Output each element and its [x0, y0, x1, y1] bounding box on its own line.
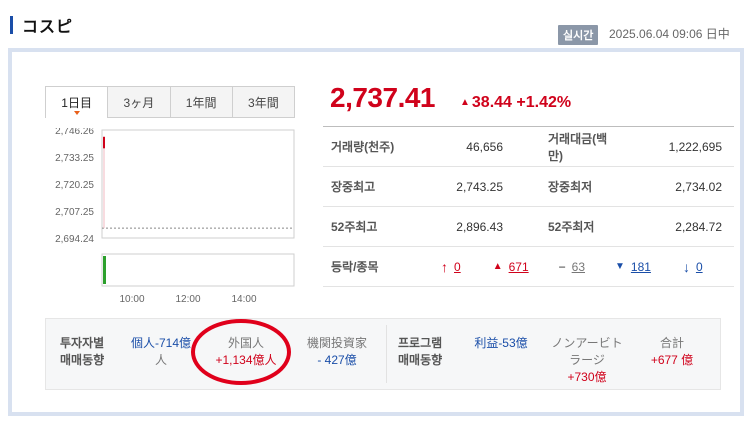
volume-bar: [103, 256, 106, 284]
table-row: 52주최고 2,896.43 52주최저 2,284.72: [323, 206, 734, 247]
updown-cell: ↑ 0 ▲ 671 −63 ▼ 181 ↓ 0: [431, 246, 734, 287]
tab-1day[interactable]: 1日目: [45, 86, 109, 118]
x-tick-label: 14:00: [231, 294, 256, 305]
x-tick-label: 12:00: [175, 294, 200, 305]
investor-title: 투자자별 매매동향: [60, 335, 104, 369]
tab-label: 3年間: [248, 95, 279, 110]
unchanged[interactable]: −63: [559, 260, 585, 274]
nonarb-label-line2: ラージ: [569, 353, 605, 367]
highlight-circle: [191, 319, 291, 385]
individual-net[interactable]: 個人-714億 人: [128, 335, 194, 369]
volume-panel: [101, 253, 295, 287]
rising-count: 671: [508, 259, 529, 274]
lower-limit-count: 0: [695, 259, 703, 274]
falling[interactable]: ▼ 181: [615, 260, 651, 274]
high-label: 장중최고: [323, 166, 431, 207]
upper-limit[interactable]: ↑ 0: [441, 259, 461, 275]
institution-net[interactable]: 機関投資家 - 427億: [298, 335, 376, 369]
individual-value: 個人-714億: [130, 336, 192, 350]
investor-trading-box: 투자자별 매매동향 個人-714億 人 外国人 +1,134億人 機関投資家 -…: [45, 318, 721, 390]
w52low-label: 52주최저: [503, 206, 618, 247]
period-tabs: 1日目 3ヶ月 1年間 3年間: [45, 86, 295, 118]
index-panel: 1日目 3ヶ月 1年間 3年間 2,746.26 2,733.25 2,720.25…: [8, 48, 744, 416]
y-tick-label: 2,720.25: [55, 180, 94, 191]
amount-label: 거래대금(백만): [503, 126, 618, 167]
volume-value: 46,656: [431, 126, 503, 167]
table-row: 거래량(천주) 46,656 거래대금(백만) 1,222,695: [323, 126, 734, 167]
table-row: 장중최고 2,743.25 장중최저 2,734.02: [323, 166, 734, 207]
active-tab-marker-icon: [73, 111, 80, 115]
tab-label: 1年間: [185, 95, 217, 110]
up-triangle-icon: ▲: [460, 97, 470, 108]
nonarb-label-line1: ノンアービト: [551, 336, 623, 350]
y-tick-label: 2,707.25: [55, 207, 94, 218]
down-triangle-icon: ▼: [615, 261, 625, 272]
updown-label: 등락/종목: [323, 246, 431, 287]
realtime-badge: 실시간: [558, 25, 599, 45]
amount-value: 1,222,695: [618, 126, 734, 167]
tab-label: 1日目: [61, 96, 92, 110]
unchanged-count: 63: [571, 259, 585, 274]
up-triangle-icon: ▲: [492, 261, 503, 272]
lower-limit[interactable]: ↓ 0: [683, 259, 703, 275]
price-change: ▲ 38.44 +1.42%: [460, 94, 571, 112]
tab-label: 3ヶ月: [123, 95, 155, 110]
individual-unit: 人: [154, 353, 167, 367]
program-title-line1: 프로그램: [398, 336, 443, 350]
total-label: 合計: [659, 336, 684, 350]
institution-label: 機関投資家: [306, 336, 367, 350]
rising[interactable]: ▲ 671: [493, 260, 529, 274]
investor-title-line1: 투자자별: [60, 336, 105, 350]
program-title: 프로그램 매매동향: [398, 335, 442, 369]
w52high-label: 52주최고: [323, 206, 431, 247]
w52high-value: 2,896.43: [431, 206, 503, 247]
intraday-chart[interactable]: 2,746.26 2,733.25 2,720.25 2,707.25 2,694.24…: [12, 128, 302, 308]
tab-3year[interactable]: 3年間: [232, 86, 295, 118]
high-value: 2,743.25: [431, 166, 503, 207]
w52low-value: 2,284.72: [618, 206, 734, 247]
change-value: 38.44 +1.42%: [471, 94, 572, 111]
program-title-line2: 매매동향: [398, 353, 443, 367]
low-label: 장중최저: [503, 166, 618, 207]
volume-label: 거래량(천주): [323, 126, 431, 167]
low-value: 2,734.02: [618, 166, 734, 207]
falling-count: 181: [630, 259, 651, 274]
stats-table: 거래량(천주) 46,656 거래대금(백만) 1,222,695 장중최고 2…: [323, 126, 734, 287]
title-accent-bar: [10, 16, 13, 34]
lower-limit-arrow-icon: ↓: [682, 258, 690, 275]
investor-title-line2: 매매동향: [60, 353, 105, 367]
y-tick-label: 2,746.26: [55, 128, 94, 137]
timestamp: 2025.06.04 09:06 日中: [609, 27, 730, 41]
current-price: 2,737.41: [330, 82, 436, 113]
institution-value: - 427億: [317, 353, 357, 367]
dash-icon: −: [558, 259, 566, 274]
arbitrage-net[interactable]: 利益-53億: [466, 335, 536, 352]
upper-limit-arrow-icon: ↑: [441, 258, 448, 275]
tab-3month[interactable]: 3ヶ月: [108, 86, 171, 118]
x-tick-label: 10:00: [119, 294, 144, 305]
nonarb-value: +730億: [567, 370, 607, 384]
y-tick-label: 2,694.24: [55, 234, 94, 245]
divider: [386, 325, 387, 383]
upper-limit-count: 0: [454, 259, 461, 274]
program-total[interactable]: 合計 +677 億: [642, 335, 702, 369]
y-tick-label: 2,733.25: [55, 153, 94, 164]
tab-1year[interactable]: 1年間: [170, 86, 233, 118]
page-title: コスピ: [22, 19, 74, 36]
table-row: 등락/종목 ↑ 0 ▲ 671 −63 ▼ 181 ↓ 0: [323, 246, 734, 287]
non-arbitrage-net[interactable]: ノンアービト ラージ +730億: [546, 335, 628, 386]
plot-area: [101, 129, 295, 239]
total-value: +677 億: [650, 353, 694, 367]
